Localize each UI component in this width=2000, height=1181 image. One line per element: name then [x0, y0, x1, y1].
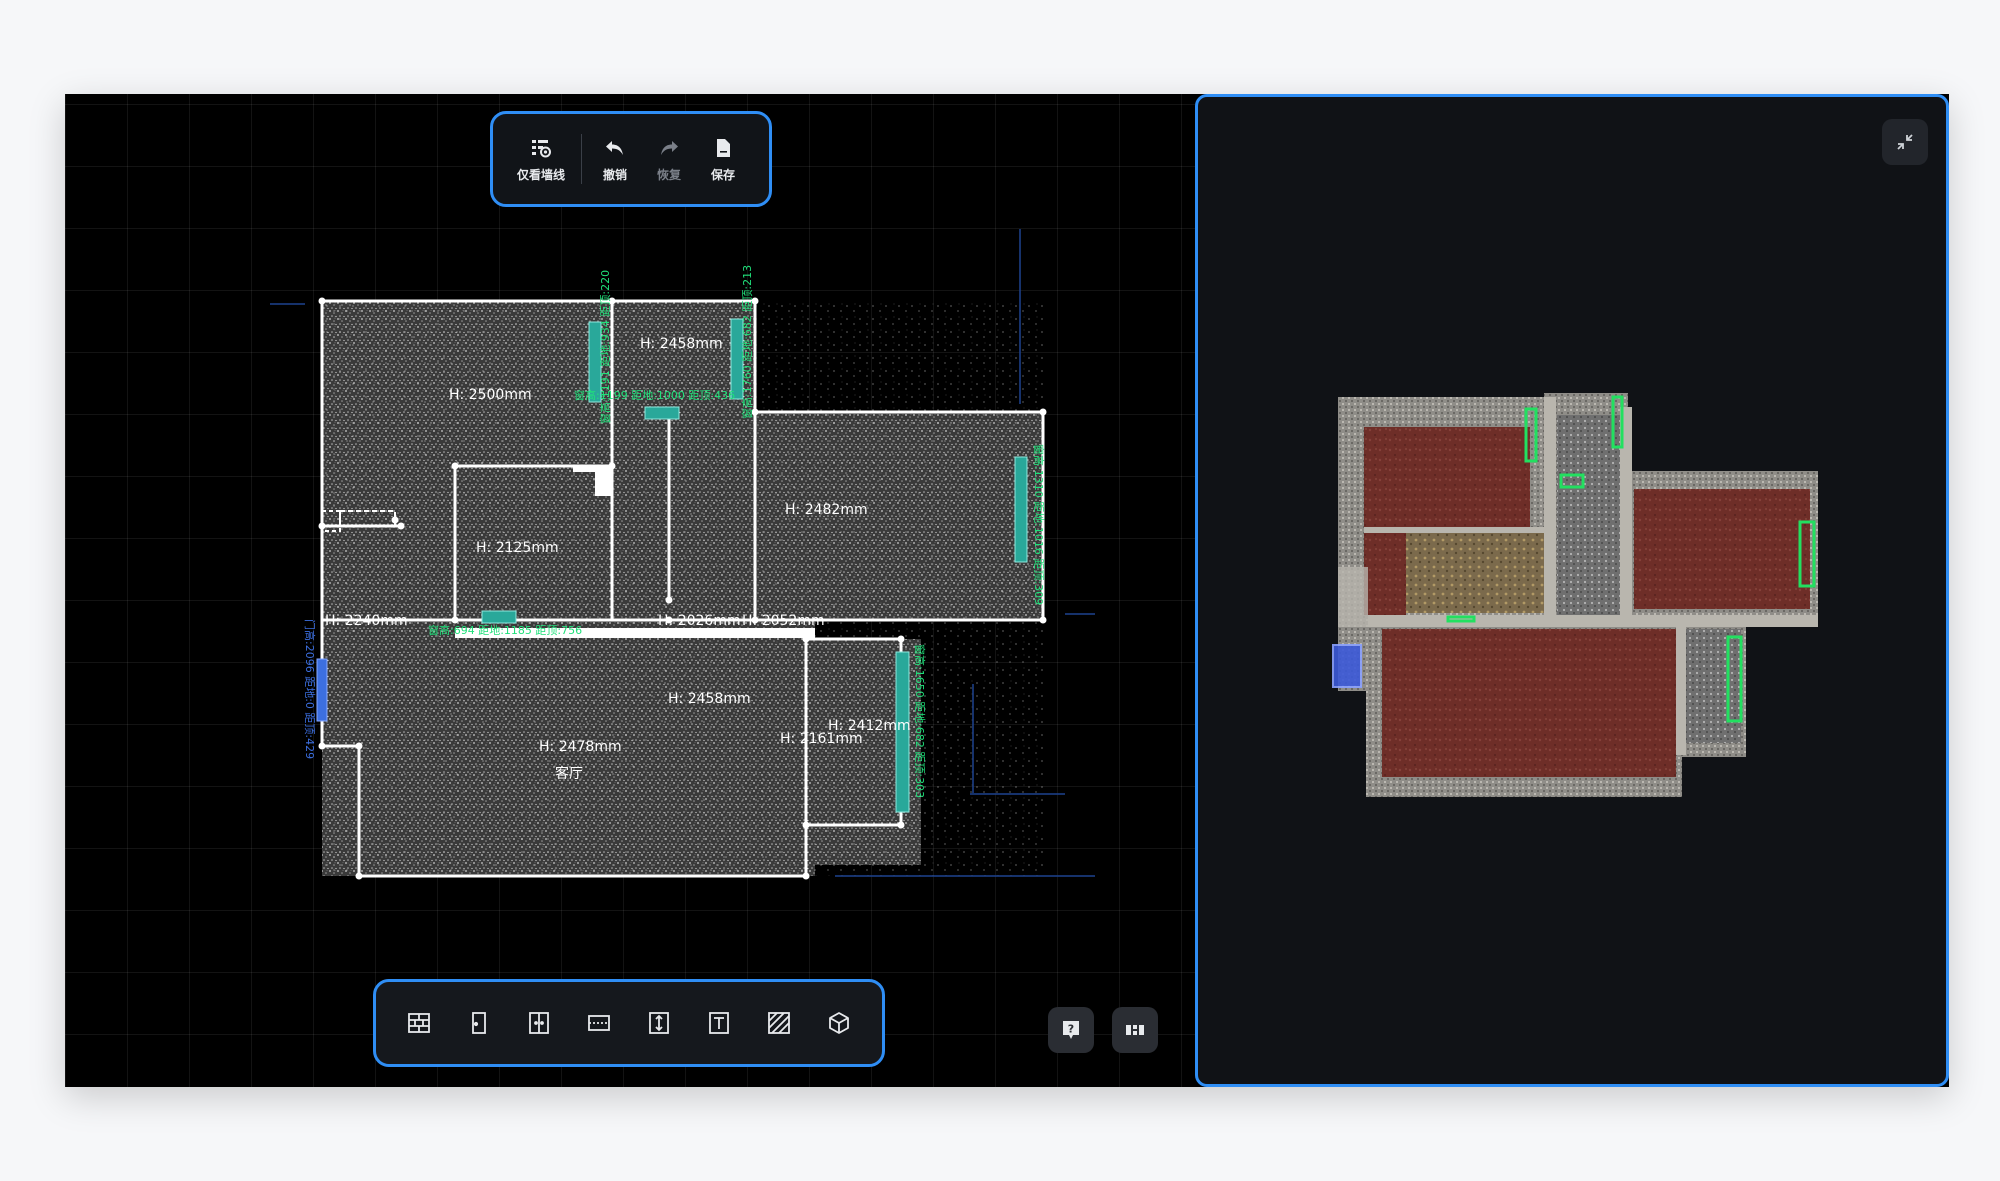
undo-icon [606, 140, 623, 155]
door-marker[interactable] [316, 658, 328, 722]
3d-point-cloud-model[interactable] [1198, 97, 1949, 1087]
undo-button[interactable]: 撤销 [588, 124, 642, 194]
3d-model-viewer[interactable] [1195, 94, 1949, 1087]
floor-plan-canvas[interactable]: H: 2500mm H: 2458mm H: 2125mm H: 2482mm … [65, 94, 1195, 1087]
top-toolbar: 仅看墙线 撤销 恢复 保存 [490, 111, 772, 207]
wall-eye-icon [532, 139, 551, 157]
cube-3d-icon [829, 1012, 849, 1034]
save-icon [717, 138, 730, 157]
drawing-tools-toolbar [373, 979, 885, 1067]
room-height-label: H: 2458mm [640, 336, 723, 352]
toolbar-divider [581, 134, 582, 184]
add-window-tool-button[interactable] [574, 998, 624, 1048]
room-name-label: 客厅 [555, 765, 583, 782]
room-height-label: H: 2500mm [449, 387, 532, 403]
window-icon [588, 1015, 610, 1031]
floor-plan-editor-app: H: 2500mm H: 2458mm H: 2125mm H: 2482mm … [65, 94, 1949, 1087]
draw-wall-tool-button[interactable] [394, 998, 444, 1048]
redo-button[interactable]: 恢复 [642, 124, 696, 194]
room-height-label: H: 2458mm [668, 691, 751, 707]
save-label: 保存 [710, 167, 735, 182]
room-height-label: H: 2482mm [785, 502, 868, 518]
height-measure-tool-button[interactable] [634, 998, 684, 1048]
svg-text:?: ? [1068, 1023, 1074, 1036]
room-height-label: H: 2026mm [658, 613, 741, 629]
floor-plan-drawing[interactable]: H: 2500mm H: 2458mm H: 2125mm H: 2482mm … [65, 94, 1195, 1087]
add-double-door-tool-button[interactable] [514, 998, 564, 1048]
room-height-label: H: 2478mm [539, 739, 622, 755]
double-door-icon [529, 1012, 549, 1034]
layout-split-icon [1126, 1025, 1144, 1035]
window-annotation: 窗高:694 距地:1185 距顶:756 [428, 623, 582, 637]
model-door [1332, 644, 1362, 688]
room-height-label: H: 2240mm [325, 613, 408, 629]
save-button[interactable]: 保存 [696, 124, 750, 194]
room-fills [322, 301, 1043, 876]
room-height-label: H: 2412mm [828, 718, 911, 734]
door-annotation: 门高:2096 距地:0 距顶:429 [303, 619, 317, 759]
view-walls-only-label: 仅看墙线 [516, 167, 565, 182]
window-annotation: 窗高:1760 距地:682 距顶:213 [740, 265, 754, 419]
text-icon [709, 1012, 729, 1034]
add-door-tool-button[interactable] [454, 998, 504, 1048]
view-walls-only-button[interactable]: 仅看墙线 [507, 124, 575, 194]
room-height-label: H: 2052mm [742, 613, 825, 629]
help-button[interactable]: ? [1048, 1007, 1094, 1053]
collapse-arrows-icon [1897, 134, 1913, 150]
view-3d-tool-button[interactable] [814, 998, 864, 1048]
hatch-area-tool-button[interactable] [754, 998, 804, 1048]
help-icon: ? [1063, 1021, 1079, 1039]
model-floors [1338, 415, 1810, 777]
redo-icon [661, 140, 678, 155]
window-annotation: 窗高:1191 距地:934 距顶:220 [598, 270, 612, 424]
height-measure-icon [649, 1012, 669, 1034]
window-annotation: 窗高:1650 距地:682 距顶:303 [913, 644, 927, 798]
undo-label: 撤销 [602, 167, 627, 182]
room-height-label: H: 2125mm [476, 540, 559, 556]
add-text-tool-button[interactable] [694, 998, 744, 1048]
hatch-area-icon [768, 1012, 790, 1034]
window-annotation: 窗高:1310 距地:1016 距顶:309 [1032, 444, 1046, 605]
collapse-view-button[interactable] [1882, 119, 1928, 165]
door-icon [472, 1012, 486, 1034]
wall-grid-icon [408, 1013, 430, 1033]
layout-toggle-button[interactable] [1112, 1007, 1158, 1053]
redo-label: 恢复 [656, 167, 681, 182]
